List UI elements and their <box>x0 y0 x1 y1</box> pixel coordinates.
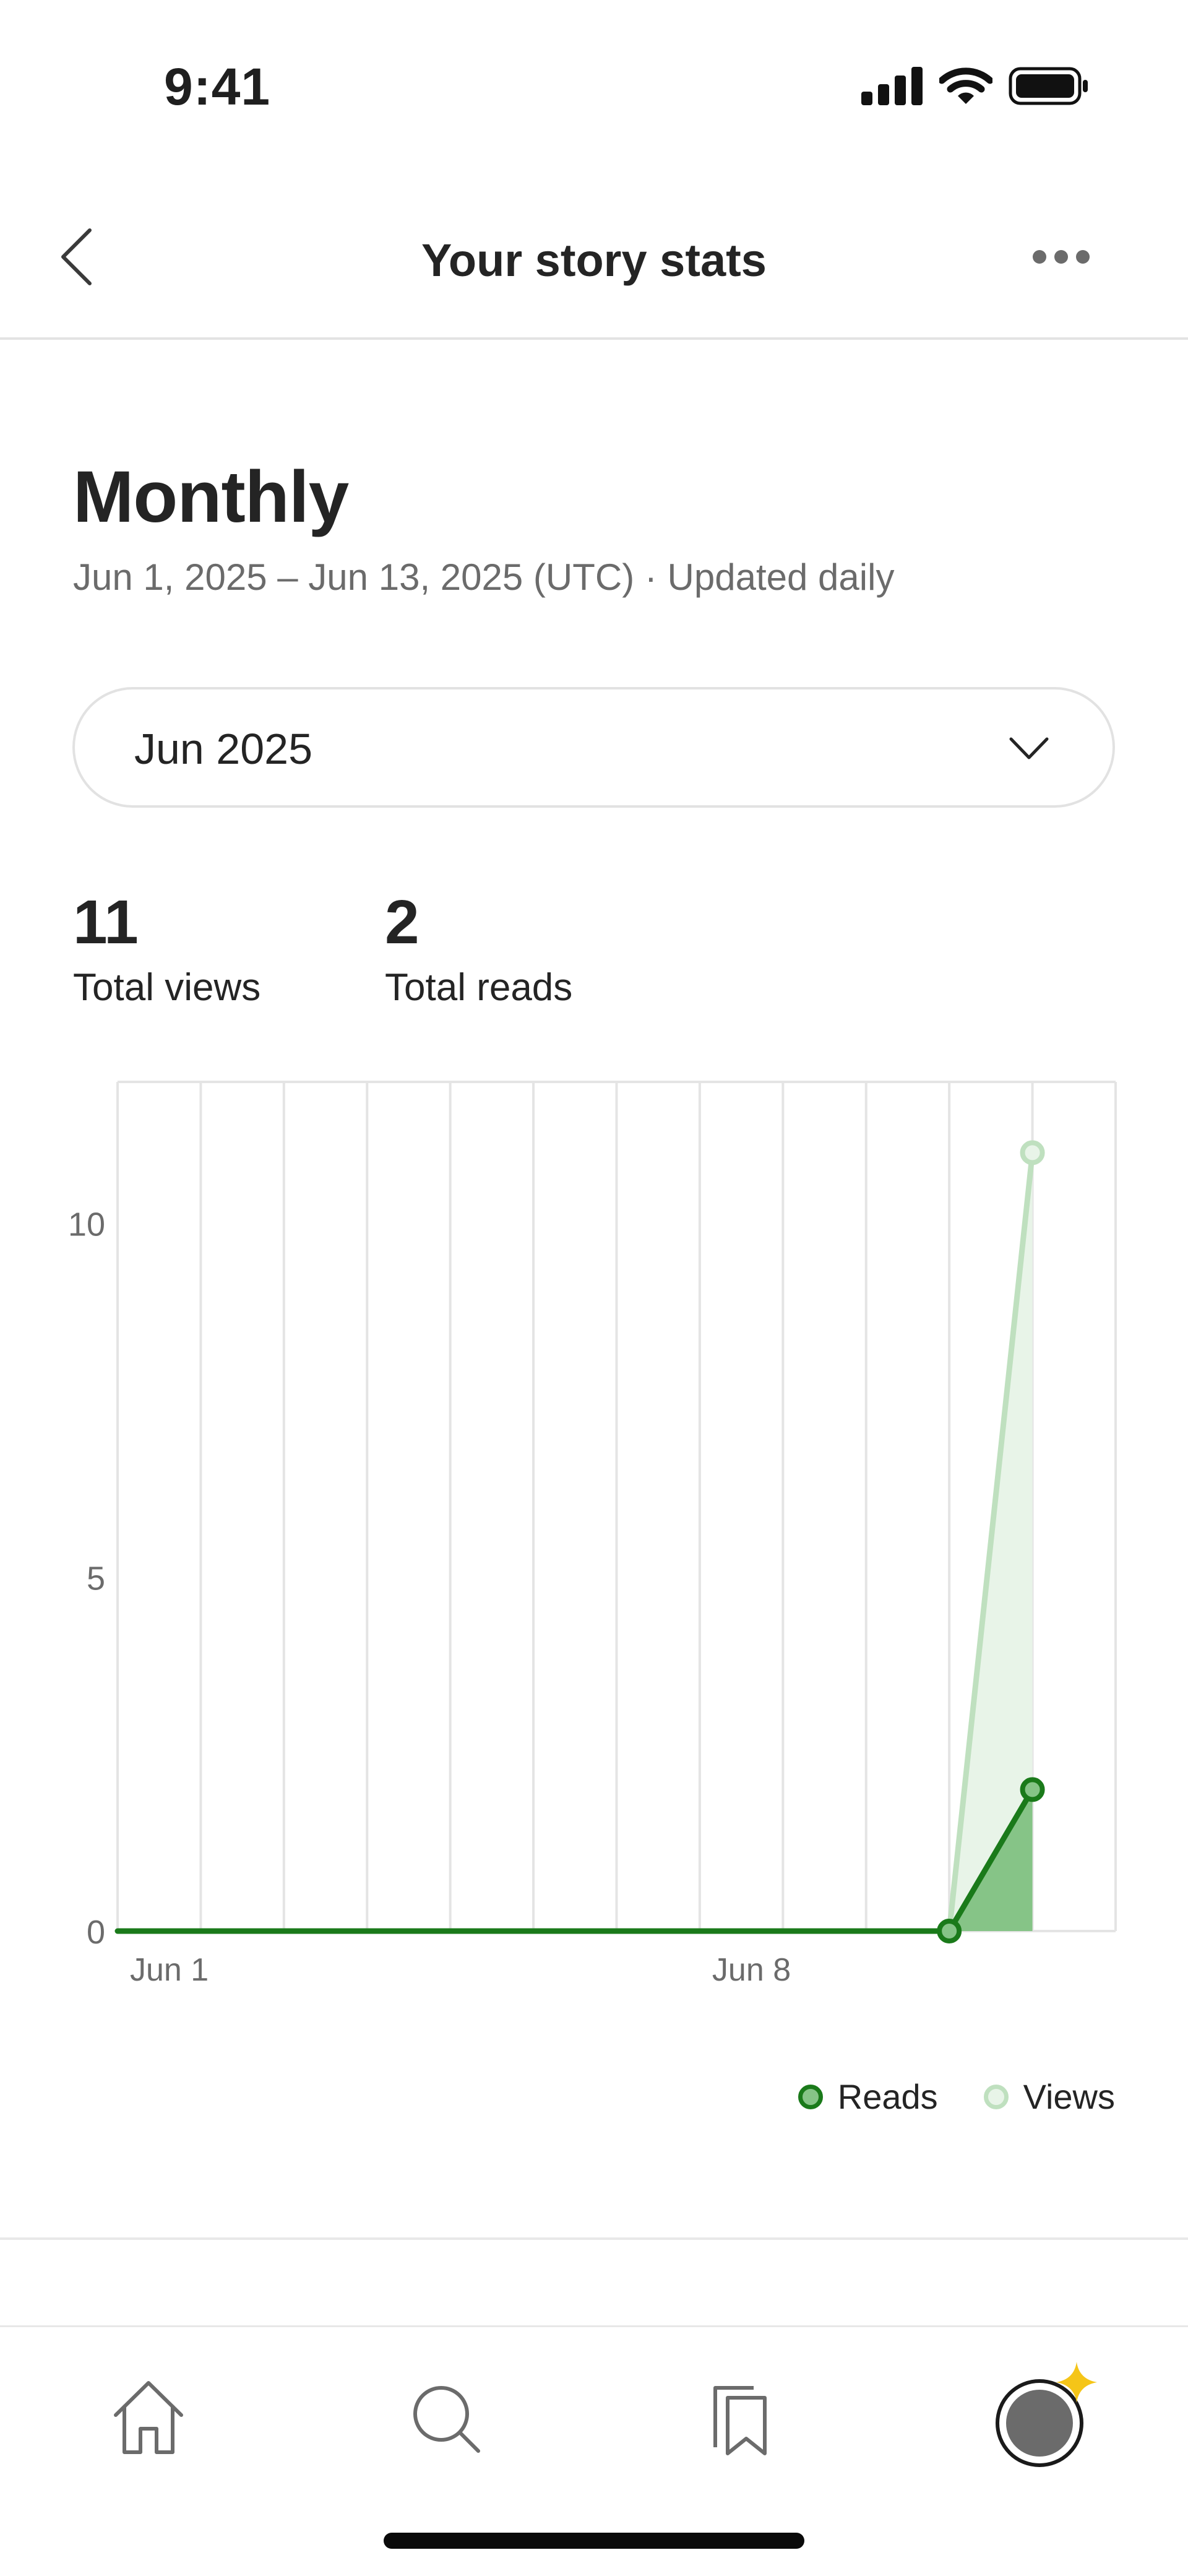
status-bar: 9:41 <box>0 0 1188 155</box>
section-divider <box>0 2237 1188 2240</box>
views-legend-marker <box>983 2084 1009 2109</box>
tab-library[interactable] <box>693 2372 786 2465</box>
bookmarks-icon <box>713 2386 767 2455</box>
month-dropdown[interactable]: Jun 2025 <box>72 687 1115 808</box>
total-reads-value: 2 <box>385 888 420 957</box>
y-tick-label: 5 <box>87 1560 105 1597</box>
tab-home[interactable] <box>102 2372 195 2465</box>
stats-line-chart: 0 5 10 Jun 1 Jun 8 <box>68 1081 1117 1988</box>
views-legend-label: Views <box>1023 2077 1115 2116</box>
status-time: 9:41 <box>164 58 271 116</box>
home-icon <box>114 2381 183 2454</box>
tab-search[interactable] <box>399 2372 492 2465</box>
views-area <box>118 1152 1033 1931</box>
tab-profile[interactable] <box>993 2362 1098 2470</box>
home-indicator <box>384 2533 804 2549</box>
date-range-subtitle: Jun 1, 2025 – Jun 13, 2025 (UTC) · Updat… <box>73 556 895 598</box>
sparkle-icon <box>1056 2362 1097 2403</box>
views-point <box>1020 1140 1045 1165</box>
y-tick-label: 0 <box>87 1914 105 1951</box>
x-tick-label: Jun 1 <box>130 1952 209 1988</box>
chart-legend: Reads Views <box>798 2077 1115 2117</box>
wifi-icon <box>939 67 992 104</box>
total-views-stat: 11 Total views <box>73 885 260 1009</box>
more-horizontal-icon <box>1033 250 1090 264</box>
reads-point <box>937 1919 962 1943</box>
more-options-button[interactable] <box>1027 241 1095 272</box>
total-views-label: Total views <box>73 966 261 1009</box>
reads-line <box>114 1786 1036 1934</box>
x-tick-label: Jun 8 <box>712 1952 791 1988</box>
cellular-signal-icon <box>861 67 923 105</box>
reads-point <box>1020 1777 1045 1802</box>
reads-legend-label: Reads <box>837 2077 938 2116</box>
status-icons <box>861 67 1089 105</box>
reads-legend-marker <box>798 2084 823 2109</box>
views-line <box>114 1149 1036 1934</box>
total-views-value: 11 <box>73 888 139 957</box>
navigation-bar: Your story stats <box>0 186 1188 340</box>
chevron-down-icon <box>1009 737 1049 759</box>
month-dropdown-value: Jun 2025 <box>134 725 313 773</box>
search-icon <box>413 2386 480 2453</box>
section-title: Monthly <box>73 456 349 538</box>
total-reads-stat: 2 Total reads <box>385 885 572 1009</box>
total-reads-label: Total reads <box>385 966 573 1009</box>
battery-icon <box>1009 67 1088 105</box>
y-tick-label: 10 <box>68 1206 105 1243</box>
page-title: Your story stats <box>421 235 767 286</box>
reads-area <box>118 1789 1033 1931</box>
